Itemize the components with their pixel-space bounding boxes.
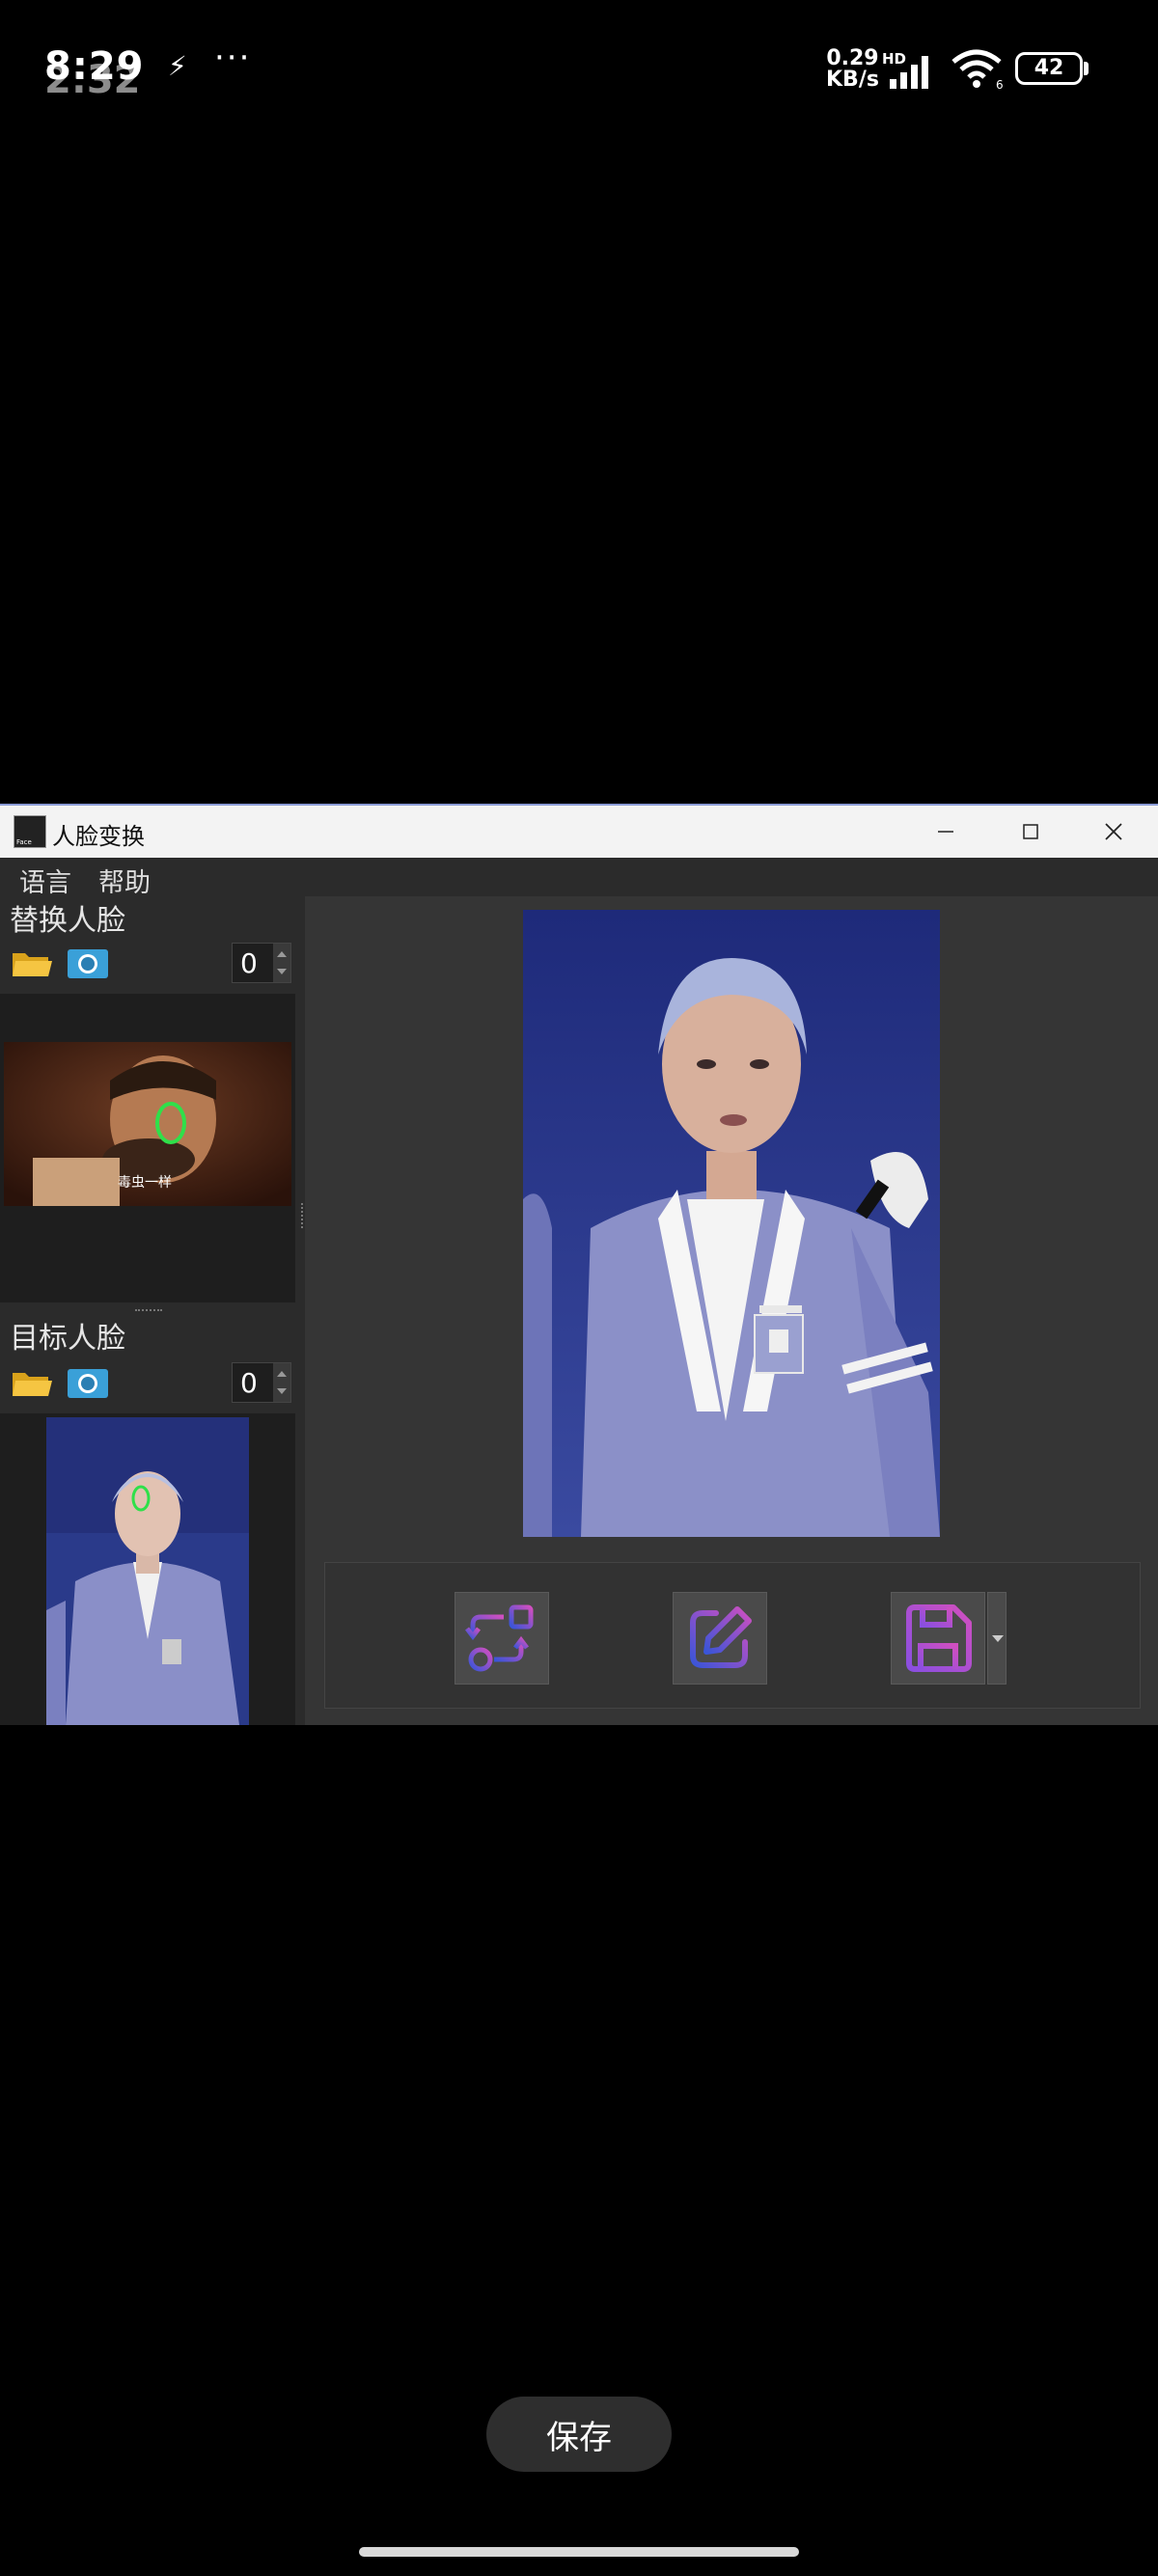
spin-down-icon[interactable] [277,969,287,974]
window-title: 人脸变换 [52,823,145,850]
face-swap-window: Face 人脸变换 语言 帮助 替换人脸 0 毒虫一样 目标人脸 0 [0,804,1158,1725]
swap-icon [465,1604,534,1672]
battery-level: 42 [1034,56,1064,80]
signal-icon [890,56,928,89]
more-dots-icon: ··· [214,39,252,77]
save-dropdown-arrow[interactable] [987,1592,1006,1685]
svg-text:6: 6 [996,78,1004,91]
replace-face-label: 替换人脸 [10,904,125,938]
phone-screen: 2:32 8:29 ⚡ ··· 0.29 KB/s HD 6 42 Face 人… [0,0,1158,2576]
edit-icon [690,1606,752,1668]
replace-face-thumbnail[interactable]: 毒虫一样 [4,1042,291,1206]
close-button[interactable] [1075,809,1152,854]
target-face-label: 目标人脸 [10,1322,125,1356]
battery-tip [1084,62,1089,75]
open-folder-icon[interactable] [10,944,54,982]
target-face-count-spinbox[interactable]: 0 [232,1362,291,1403]
thumb-caption: 毒虫一样 [118,1175,172,1191]
spin-arrows[interactable] [273,944,290,982]
app-icon: Face [14,815,46,848]
swap-face-button[interactable] [455,1592,549,1685]
home-indicator[interactable] [359,2547,799,2557]
left-panel: 替换人脸 0 毒虫一样 目标人脸 0 [0,896,297,1725]
minimize-button[interactable] [907,809,984,854]
camera-icon[interactable] [66,944,110,982]
edit-button[interactable] [673,1592,767,1685]
status-bar: 2:32 8:29 ⚡ ··· 0.29 KB/s HD 6 42 [0,0,1158,135]
network-speed-unit: KB/s [826,68,879,92]
action-bar [324,1562,1141,1709]
target-face-count: 0 [240,1367,258,1399]
menu-language[interactable]: 语言 [19,862,71,899]
menu-bar: 语言 帮助 [0,858,1158,899]
splitter-handle[interactable] [135,1309,162,1315]
notification-icon: ⚡ [168,50,187,82]
target-face-list[interactable] [0,1413,295,1725]
save-icon [906,1604,972,1672]
battery-indicator: 42 [1015,52,1083,85]
open-folder-icon[interactable] [10,1363,54,1402]
spin-up-icon[interactable] [277,951,287,957]
title-bar[interactable]: Face 人脸变换 [0,804,1158,858]
main-area [305,896,1158,1725]
close-icon [1105,823,1122,840]
maximize-button[interactable] [992,809,1069,854]
save-button[interactable]: 保存 [486,2397,672,2472]
replace-face-list[interactable]: 毒虫一样 [0,994,295,1302]
spin-down-icon[interactable] [277,1388,287,1394]
camera-icon[interactable] [66,1363,110,1402]
replace-face-count-spinbox[interactable]: 0 [232,943,291,983]
target-face-thumbnail[interactable] [46,1417,249,1725]
menu-help[interactable]: 帮助 [98,862,151,899]
save-image-button[interactable] [891,1592,985,1685]
result-preview-image [523,910,940,1537]
wifi-icon: 6 [951,49,1004,91]
spin-up-icon[interactable] [277,1371,287,1377]
replace-face-count: 0 [240,947,258,979]
spin-arrows[interactable] [273,1363,290,1402]
network-speed-value: 0.29 [826,46,879,70]
minimize-icon [938,831,953,833]
maximize-icon [1023,824,1038,839]
network-speed: 0.29 KB/s [826,48,879,91]
status-time: 8:29 [44,44,145,89]
